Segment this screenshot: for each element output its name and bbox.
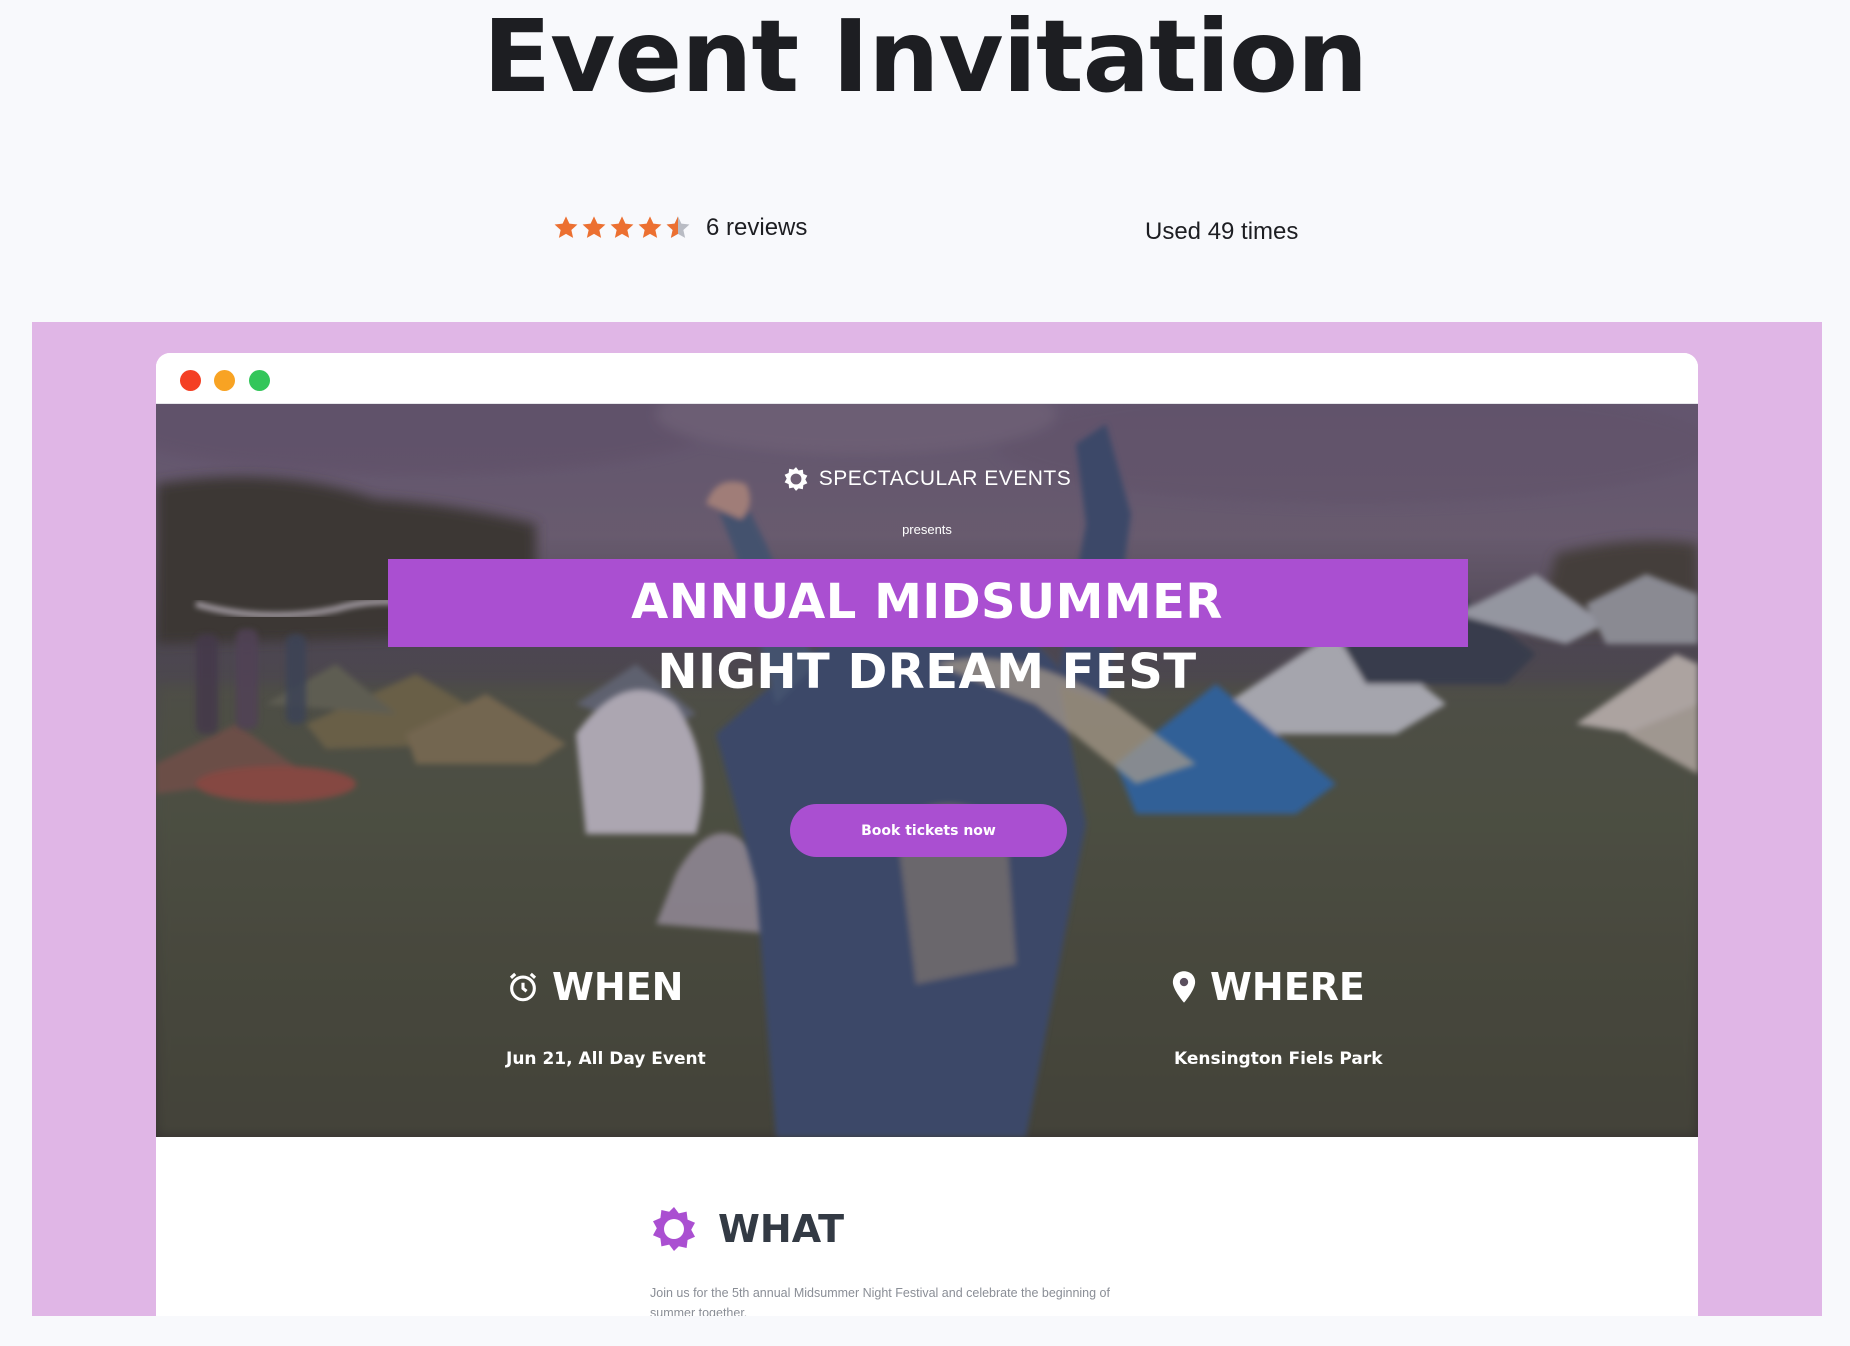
book-tickets-button[interactable]: Book tickets now <box>790 804 1067 857</box>
browser-title-bar <box>156 353 1698 404</box>
hero-section: SPECTACULAR EVENTS presents ANNUAL MIDSU… <box>156 404 1698 1137</box>
what-description: Join us for the 5th annual Midsummer Nig… <box>650 1283 1170 1316</box>
reviews-count[interactable]: 6 reviews <box>706 214 807 242</box>
rating[interactable]: 6 reviews <box>552 214 807 242</box>
what-section: WHAT Join us for the 5th annual Midsumme… <box>156 1137 1698 1316</box>
when-value: Jun 21, All Day Event <box>506 1049 706 1069</box>
sun-badge-icon <box>653 1207 695 1251</box>
template-preview: SPECTACULAR EVENTS presents ANNUAL MIDSU… <box>32 322 1822 1316</box>
star-icon <box>554 216 578 238</box>
brand-name: SPECTACULAR EVENTS <box>818 467 1072 490</box>
star-rating <box>552 214 692 242</box>
half-star-icon <box>666 216 690 238</box>
template-meta: 6 reviews Used 49 times <box>0 214 1850 254</box>
presents-label: presents <box>902 522 952 537</box>
when-heading: WHEN <box>506 965 683 1009</box>
brand: SPECTACULAR EVENTS <box>156 466 1698 492</box>
alarm-clock-icon <box>509 972 537 1002</box>
star-icon <box>582 216 606 238</box>
usage-count: Used 49 times <box>1145 218 1299 245</box>
what-description-line-2: summer together. <box>650 1306 748 1316</box>
event-title-line-2: NIGHT DREAM FEST <box>657 644 1197 700</box>
page-title: Event Invitation <box>482 0 1368 115</box>
event-title-line-1: ANNUAL MIDSUMMER <box>631 574 1223 630</box>
where-heading: WHERE <box>1170 965 1365 1009</box>
what-heading: WHAT <box>650 1205 844 1253</box>
browser-window: SPECTACULAR EVENTS presents ANNUAL MIDSU… <box>156 353 1698 1316</box>
minimize-window-dot <box>214 370 235 391</box>
close-window-dot <box>180 370 201 391</box>
where-label: WHERE <box>1210 965 1365 1009</box>
what-description-line-1: Join us for the 5th annual Midsummer Nig… <box>650 1286 1110 1300</box>
festival-background-image <box>156 404 1698 1137</box>
where-value: Kensington Fiels Park <box>1174 1049 1383 1069</box>
map-pin-icon <box>1172 971 1196 1003</box>
when-label: WHEN <box>552 965 684 1009</box>
star-icon <box>610 216 634 238</box>
what-label: WHAT <box>718 1207 845 1251</box>
sun-badge-icon <box>784 467 808 491</box>
maximize-window-dot <box>249 370 270 391</box>
star-icon <box>638 216 662 238</box>
